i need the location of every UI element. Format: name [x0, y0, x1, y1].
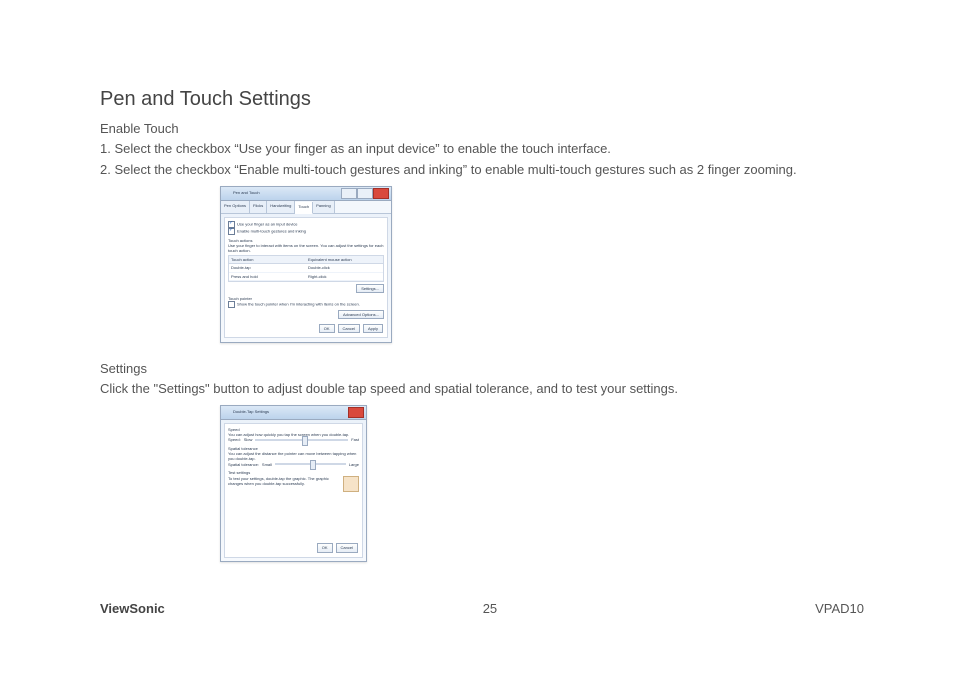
- slow-label: Slow: [244, 437, 253, 442]
- minimize-icon[interactable]: [341, 188, 357, 199]
- spatial-slider[interactable]: [275, 463, 346, 465]
- cell: Double-tap: [229, 264, 306, 271]
- table-row[interactable]: Double-tapDouble-click: [229, 264, 383, 272]
- col-mouse-action: Equivalent mouse action: [306, 256, 383, 263]
- test-desc: To test your settings, double-tap the gr…: [228, 476, 329, 486]
- settings-body: Click the "Settings" button to adjust do…: [100, 380, 864, 399]
- tab-touch[interactable]: Touch: [295, 202, 313, 214]
- spatial-slider-row: Spatial tolerance: Small Large: [228, 462, 359, 466]
- page-heading: Pen and Touch Settings: [100, 88, 864, 111]
- checkbox-pointer[interactable]: [228, 301, 235, 308]
- slider-thumb-icon[interactable]: [310, 460, 316, 470]
- page-footer: ViewSonic 25 VPAD10: [100, 601, 864, 616]
- settings-subhead: Settings: [100, 361, 864, 376]
- enable-touch-subhead: Enable Touch: [100, 121, 864, 136]
- fast-label: Fast: [351, 437, 359, 442]
- advanced-options-button[interactable]: Advanced Options...: [338, 310, 384, 319]
- double-tap-pane: Speed You can adjust how quickly you tap…: [224, 423, 363, 558]
- slider-thumb-icon[interactable]: [302, 436, 308, 446]
- double-tap-settings-dialog: Double-Tap Settings Speed You can adjust…: [220, 405, 367, 562]
- pen-and-touch-dialog: Pen and Touch Pen Options Flicks Handwri…: [220, 186, 392, 343]
- touch-actions-table: Touch actionEquivalent mouse action Doub…: [228, 255, 384, 282]
- window-title: Pen and Touch: [233, 190, 260, 195]
- dialog-buttons: OK Cancel: [317, 543, 358, 552]
- cb-row-2: Enable multi-touch gestures and inking: [228, 228, 384, 235]
- cell: Double-click: [306, 264, 383, 271]
- tab-handwriting[interactable]: Handwriting: [267, 201, 295, 213]
- test-graphic-icon[interactable]: [343, 476, 359, 492]
- close-icon[interactable]: [373, 188, 389, 199]
- speed-slider[interactable]: [255, 439, 348, 441]
- tab-pen-options[interactable]: Pen Options: [221, 201, 250, 213]
- touch-actions-desc: Use your finger to interact with items o…: [228, 243, 384, 253]
- footer-brand: ViewSonic: [100, 601, 165, 616]
- ok-button[interactable]: OK: [319, 324, 335, 333]
- speed-slider-row: Speed: Slow Fast: [228, 438, 359, 442]
- checkbox-pointer-label: Show the touch pointer when I'm interact…: [237, 302, 360, 307]
- test-row: To test your settings, double-tap the gr…: [228, 476, 359, 486]
- window-title: Double-Tap Settings: [233, 409, 269, 414]
- step-1: 1. Select the checkbox “Use your finger …: [100, 140, 864, 159]
- close-icon[interactable]: [348, 407, 364, 418]
- footer-page-number: 25: [483, 601, 497, 616]
- cancel-button[interactable]: Cancel: [338, 324, 360, 333]
- table-row[interactable]: Press and holdRight-click: [229, 273, 383, 281]
- spatial-row-label: Spatial tolerance:: [228, 462, 259, 467]
- cb-row-1: Use your finger as an input device: [228, 221, 384, 228]
- speed-desc: You can adjust how quickly you tap the s…: [228, 432, 359, 437]
- titlebar: Pen and Touch: [221, 187, 391, 201]
- large-label: Large: [349, 462, 359, 467]
- titlebar: Double-Tap Settings: [221, 406, 366, 420]
- checkbox-multitouch-label: Enable multi-touch gestures and inking: [237, 228, 306, 233]
- spatial-desc: You can adjust the distance the pointer …: [228, 451, 359, 461]
- maximize-icon[interactable]: [357, 188, 373, 199]
- ok-button[interactable]: OK: [317, 543, 333, 552]
- figure-2-wrap: Double-Tap Settings Speed You can adjust…: [220, 405, 864, 562]
- small-label: Small: [262, 462, 272, 467]
- tab-flicks[interactable]: Flicks: [250, 201, 267, 213]
- tab-panning[interactable]: Panning: [313, 201, 335, 213]
- checkbox-finger-label: Use your finger as an input device: [237, 221, 297, 226]
- step-2: 2. Select the checkbox “Enable multi-tou…: [100, 161, 864, 180]
- manual-page: { "heading": "Pen and Touch Settings", "…: [0, 0, 954, 676]
- col-touch-action: Touch action: [229, 256, 306, 263]
- footer-model: VPAD10: [815, 601, 864, 616]
- speed-row-label: Speed:: [228, 437, 241, 442]
- checkbox-multitouch[interactable]: [228, 228, 235, 235]
- touch-pane: Use your finger as an input device Enabl…: [224, 217, 388, 338]
- dialog-buttons: OK Cancel Apply: [319, 324, 383, 333]
- touch-pointer-row: Show the touch pointer when I'm interact…: [228, 301, 384, 308]
- cell: Press and hold: [229, 273, 306, 280]
- tabstrip: Pen Options Flicks Handwriting Touch Pan…: [221, 201, 391, 214]
- cell: Right-click: [306, 273, 383, 280]
- figure-1-wrap: Pen and Touch Pen Options Flicks Handwri…: [220, 186, 864, 343]
- cancel-button[interactable]: Cancel: [336, 543, 358, 552]
- settings-button[interactable]: Settings...: [356, 284, 384, 293]
- apply-button[interactable]: Apply: [363, 324, 383, 333]
